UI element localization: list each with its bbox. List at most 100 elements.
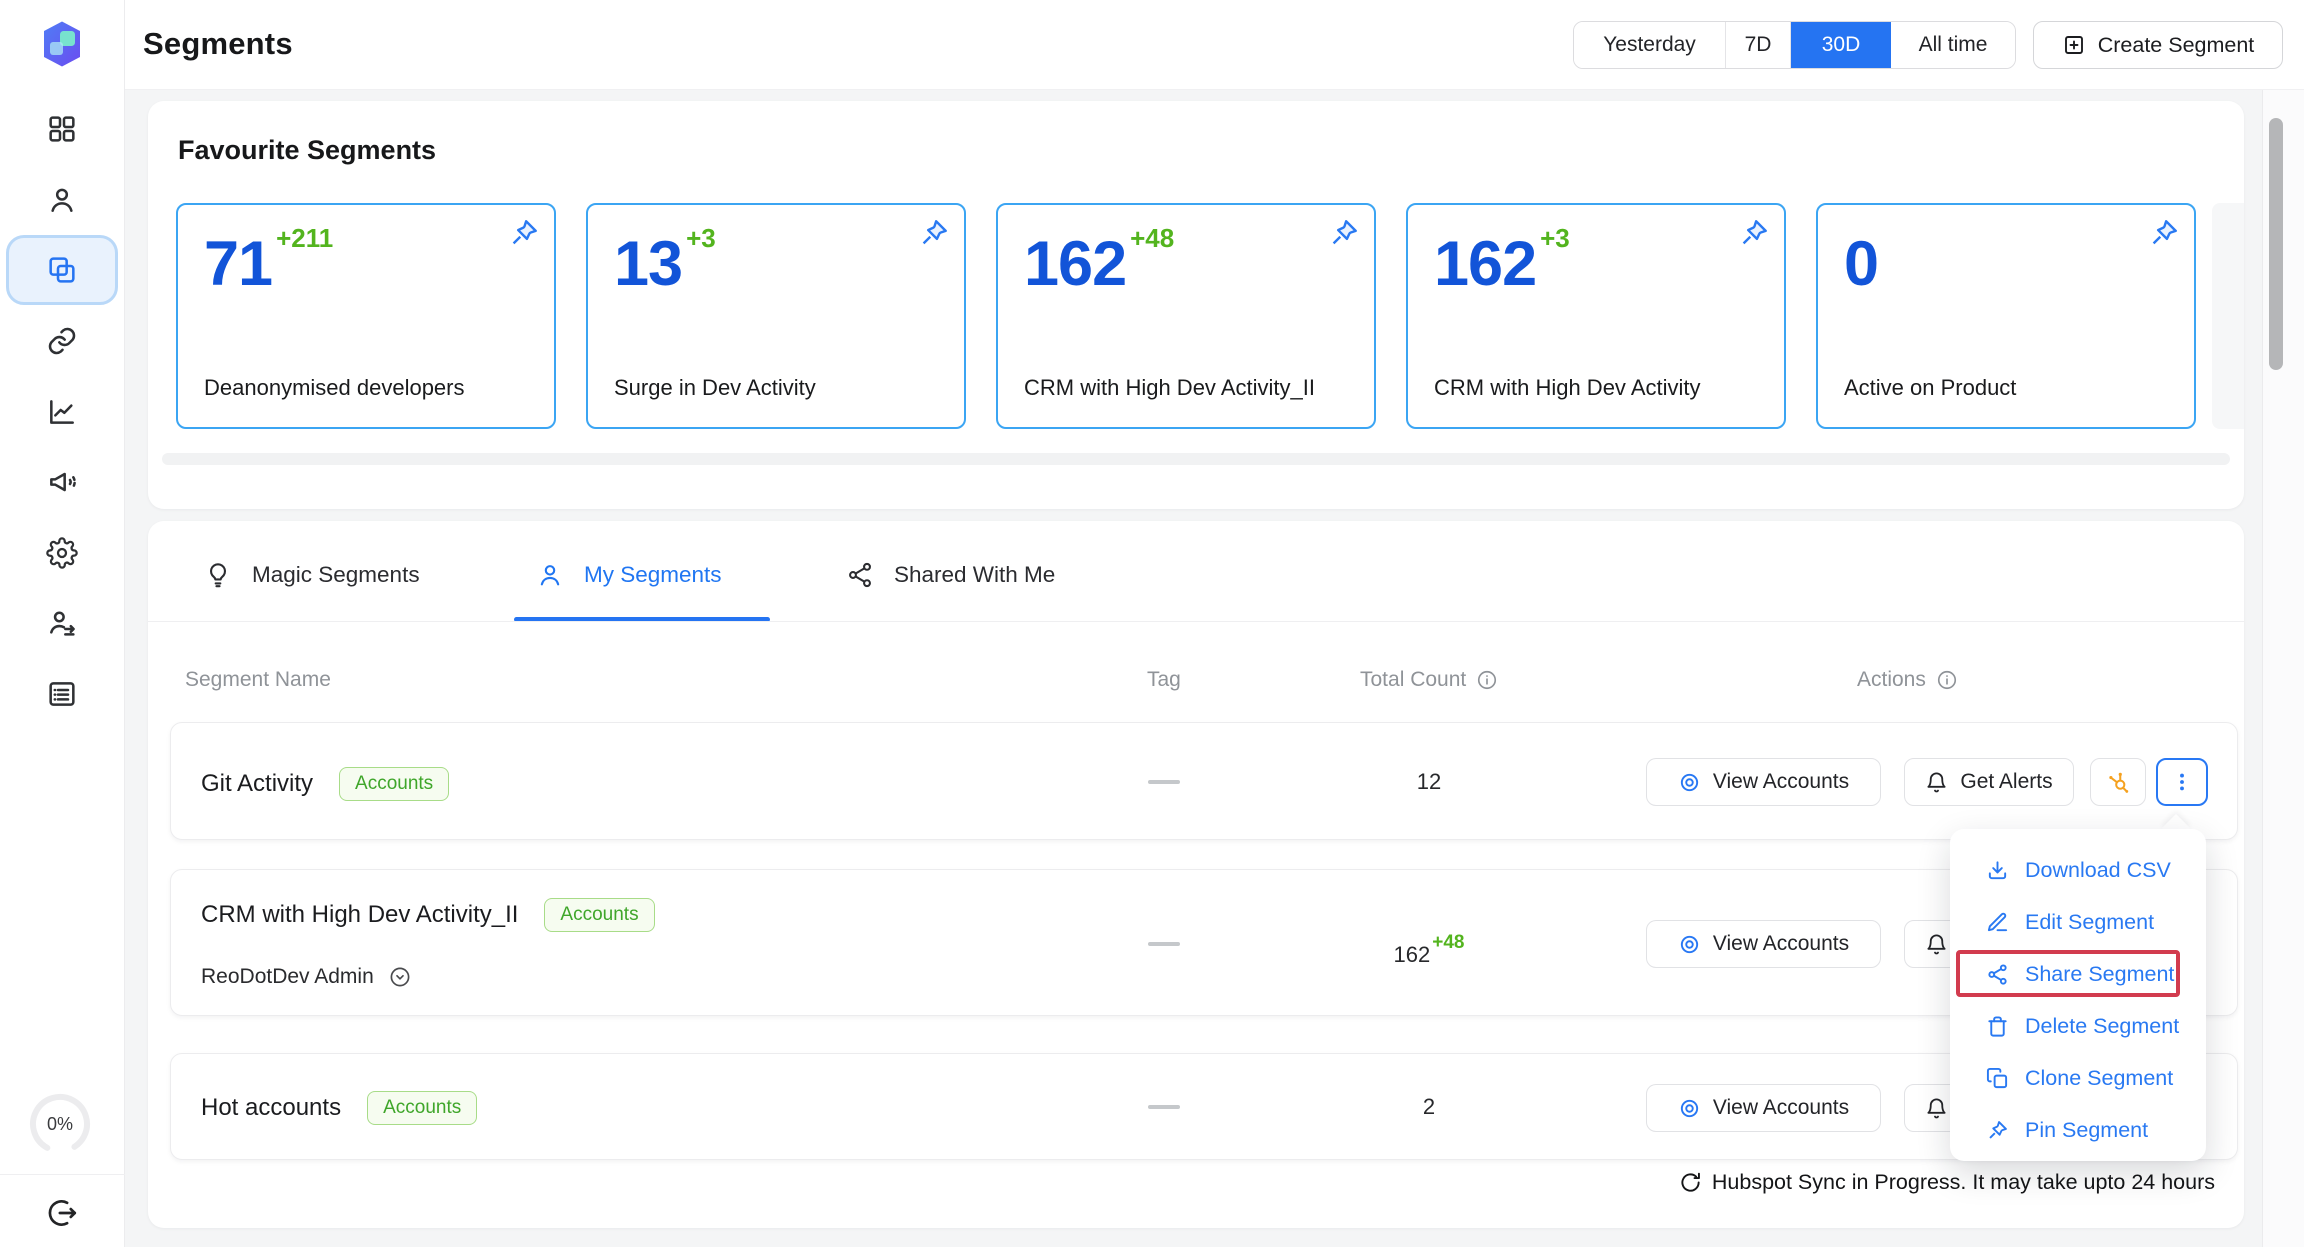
analytics-icon xyxy=(46,396,78,428)
favourite-card-partial xyxy=(2212,203,2244,429)
tab-my-segments[interactable]: My Segments xyxy=(536,561,722,589)
pin-icon[interactable] xyxy=(1328,217,1360,249)
copy-icon xyxy=(1986,1067,2009,1090)
tab-label: Magic Segments xyxy=(252,562,420,588)
column-header-count: Total Count xyxy=(1360,668,1498,692)
info-icon[interactable] xyxy=(1936,669,1958,691)
menu-item-share-segment[interactable]: Share Segment xyxy=(1950,948,2206,1000)
total-count: 162 xyxy=(1394,942,1431,967)
tabs-divider xyxy=(148,621,2244,622)
favourite-count: 71 xyxy=(204,229,272,299)
favourite-segments-panel: Favourite Segments 71+211 Deanonymised d… xyxy=(148,101,2244,509)
pin-icon[interactable] xyxy=(2148,217,2180,249)
favourite-card[interactable]: 71+211 Deanonymised developers xyxy=(176,203,556,429)
favourite-card[interactable]: 162+48 CRM with High Dev Activity_II xyxy=(996,203,1376,429)
column-header-actions: Actions xyxy=(1857,668,1958,692)
sidebar-item-user-sync[interactable] xyxy=(40,601,84,645)
trash-icon xyxy=(1986,1015,2009,1038)
scrollbar-thumb[interactable] xyxy=(2269,118,2283,370)
logout-icon[interactable] xyxy=(45,1196,79,1230)
favourite-delta: +48 xyxy=(1130,223,1174,253)
sync-icon xyxy=(1679,1171,1702,1194)
menu-item-pin-segment[interactable]: Pin Segment xyxy=(1950,1104,2206,1156)
tab-label: My Segments xyxy=(584,562,722,588)
segment-owner: ReoDotDev Admin xyxy=(201,965,374,989)
time-filter-yesterday[interactable]: Yesterday xyxy=(1574,22,1726,68)
menu-item-clone-segment[interactable]: Clone Segment xyxy=(1950,1052,2206,1104)
tag-empty-dash xyxy=(1148,1105,1180,1109)
hubspot-icon xyxy=(2107,771,2130,794)
bell-icon xyxy=(1925,771,1948,794)
bell-icon xyxy=(1925,933,1948,956)
kebab-icon xyxy=(2171,771,2193,793)
user-icon xyxy=(536,561,564,589)
favourite-delta: +3 xyxy=(1540,223,1570,253)
list-icon xyxy=(46,678,78,710)
sidebar-item-forms[interactable] xyxy=(40,672,84,716)
target-eye-icon xyxy=(1678,933,1701,956)
favourite-label: Surge in Dev Activity xyxy=(614,375,816,401)
pin-icon[interactable] xyxy=(1738,217,1770,249)
sidebar-item-integrations[interactable] xyxy=(40,319,84,363)
grid-icon xyxy=(46,113,78,145)
megaphone-icon xyxy=(46,466,78,498)
favourite-card[interactable]: 162+3 CRM with High Dev Activity xyxy=(1406,203,1786,429)
create-segment-button[interactable]: Create Segment xyxy=(2033,21,2283,69)
view-accounts-button[interactable]: View Accounts xyxy=(1646,920,1881,968)
sidebar-item-segments[interactable] xyxy=(6,235,118,305)
sidebar-item-announcements[interactable] xyxy=(40,460,84,504)
integrations-icon xyxy=(46,325,78,357)
hubspot-sync-status: Hubspot Sync in Progress. It may take up… xyxy=(1450,1170,2215,1195)
favourite-delta: +3 xyxy=(686,223,716,253)
info-icon[interactable] xyxy=(1476,669,1498,691)
sidebar: 0% xyxy=(0,0,125,1247)
menu-item-delete-segment[interactable]: Delete Segment xyxy=(1950,1000,2206,1052)
sidebar-item-analytics[interactable] xyxy=(40,390,84,434)
chevron-down-circle-icon[interactable] xyxy=(388,965,412,989)
pin-icon xyxy=(1986,1119,2009,1142)
get-alerts-button[interactable]: Get Alerts xyxy=(1904,758,2074,806)
favourites-hscrollbar[interactable] xyxy=(162,453,2230,465)
favourite-label: CRM with High Dev Activity_II xyxy=(1024,375,1315,401)
row-kebab-menu-button[interactable] xyxy=(2156,758,2208,806)
sidebar-divider xyxy=(0,1174,125,1175)
sidebar-item-dashboard[interactable] xyxy=(40,107,84,151)
accounts-badge: Accounts xyxy=(339,767,449,801)
pin-icon[interactable] xyxy=(508,217,540,249)
sidebar-item-contacts[interactable] xyxy=(40,178,84,222)
segment-name: Git Activity xyxy=(201,770,313,798)
tab-label: Shared With Me xyxy=(894,562,1055,588)
total-count: 2 xyxy=(1423,1094,1435,1119)
download-icon xyxy=(1986,859,2009,882)
pin-icon[interactable] xyxy=(918,217,950,249)
usage-progress-ring[interactable]: 0% xyxy=(26,1090,94,1158)
favourite-card[interactable]: 0 Active on Product xyxy=(1816,203,2196,429)
favourite-card[interactable]: 13+3 Surge in Dev Activity xyxy=(586,203,966,429)
tab-magic-segments[interactable]: Magic Segments xyxy=(204,561,420,589)
favourite-count: 162 xyxy=(1434,229,1536,299)
plus-square-icon xyxy=(2062,33,2086,57)
create-segment-label: Create Segment xyxy=(2098,33,2255,58)
view-accounts-button[interactable]: View Accounts xyxy=(1646,758,1881,806)
page-title: Segments xyxy=(143,26,293,62)
count-delta: +48 xyxy=(1432,932,1464,953)
view-accounts-button[interactable]: View Accounts xyxy=(1646,1084,1881,1132)
favourite-label: Active on Product xyxy=(1844,375,2016,401)
favourite-label: Deanonymised developers xyxy=(204,375,465,401)
sidebar-item-settings[interactable] xyxy=(40,531,84,575)
app-logo[interactable] xyxy=(38,20,86,68)
favourite-count: 162 xyxy=(1024,229,1126,299)
row-context-menu: Download CSV Edit Segment Share Segment … xyxy=(1950,829,2206,1161)
share-icon xyxy=(1986,963,2009,986)
menu-item-edit-segment[interactable]: Edit Segment xyxy=(1950,896,2206,948)
tag-empty-dash xyxy=(1148,942,1180,946)
time-filter-7d[interactable]: 7D xyxy=(1726,22,1791,68)
time-filter-30d[interactable]: 30D xyxy=(1791,22,1891,68)
table-row: CRM with High Dev Activity_II Accounts R… xyxy=(170,869,2238,1016)
favourite-delta: +211 xyxy=(276,223,333,253)
share-icon xyxy=(846,561,874,589)
time-filter-alltime[interactable]: All time xyxy=(1891,22,2015,68)
tab-shared-with-me[interactable]: Shared With Me xyxy=(846,561,1055,589)
hubspot-sync-button[interactable] xyxy=(2090,758,2146,806)
menu-item-download-csv[interactable]: Download CSV xyxy=(1950,844,2206,896)
